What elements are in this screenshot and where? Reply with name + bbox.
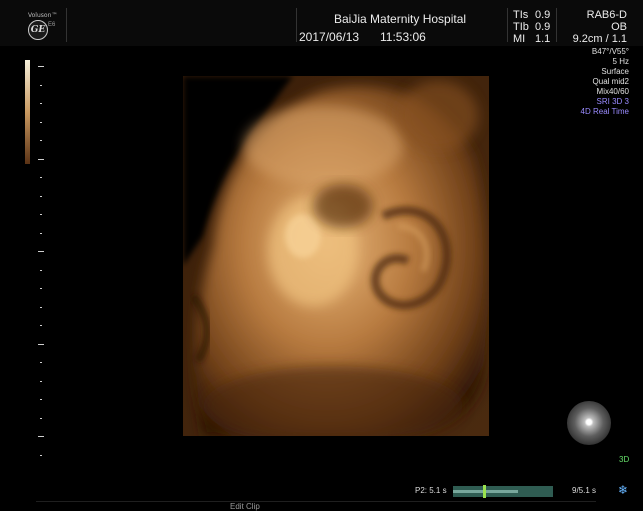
scan-mode: 4D Real Time xyxy=(580,107,629,116)
render-mode: Surface xyxy=(601,67,629,76)
tib-value: 0.9 xyxy=(535,21,551,33)
depth-tick xyxy=(40,103,42,104)
depth-tick xyxy=(40,269,42,271)
header-bar: Voluson™ GE E6 BaiJia Maternity Hospital… xyxy=(0,0,643,46)
depth-tick xyxy=(40,195,42,197)
depth-tick xyxy=(40,399,42,400)
depth-tick xyxy=(38,158,44,160)
depth-tick xyxy=(38,66,44,67)
depth-tick xyxy=(40,325,42,326)
depth-tick xyxy=(40,214,42,215)
edit-clip-softkey[interactable]: Edit Clip xyxy=(230,502,260,511)
depth-tick xyxy=(40,454,42,456)
tis-value: 0.9 xyxy=(535,9,551,21)
freeze-snowflake-icon[interactable]: ❄ xyxy=(618,483,628,497)
softkey-divider xyxy=(36,501,596,502)
cine-p2-label: P2: 5.1 s xyxy=(415,486,447,495)
quality-setting: Qual mid2 xyxy=(592,77,629,86)
depth-frequency: 9.2cm / 1.1 xyxy=(572,33,627,45)
depth-tick xyxy=(40,288,42,289)
acquisition-params: B47°/V55° 5 Hz Surface Qual mid2 Mix40/6… xyxy=(581,47,629,117)
header-divider xyxy=(556,8,557,42)
model-label: E6 xyxy=(48,22,56,28)
exam-preset: OB xyxy=(611,21,627,33)
header-divider xyxy=(296,8,297,42)
depth-tick xyxy=(40,121,42,123)
depth-tick xyxy=(40,362,42,363)
mix-setting: Mix40/60 xyxy=(596,87,629,96)
depth-tick xyxy=(40,177,42,178)
depth-tick xyxy=(40,417,42,419)
depth-tick xyxy=(40,140,42,141)
tib-label: TIb xyxy=(513,21,529,33)
cine-position-marker[interactable] xyxy=(483,485,486,498)
depth-tick xyxy=(40,380,42,382)
exam-date: 2017/06/13 xyxy=(299,30,360,44)
ge-logo-icon: GE xyxy=(28,20,48,40)
tis-label: TIs xyxy=(513,9,529,21)
exam-time: 11:53:06 xyxy=(380,30,426,44)
cine-frames-label: 9/5.1 s xyxy=(572,486,597,495)
mi-value: 1.1 xyxy=(535,33,551,45)
depth-tick xyxy=(38,436,44,437)
sweep-angle: B47°/V55° xyxy=(591,47,629,56)
volume-rate: 5 Hz xyxy=(612,57,629,66)
depth-tick xyxy=(40,84,42,86)
orientation-sphere-icon[interactable] xyxy=(567,401,611,445)
probe-name: RAB6-D xyxy=(586,9,627,21)
depth-tick xyxy=(40,306,42,308)
voluson-logo: Voluson™ GE E6 xyxy=(24,10,64,44)
fetal-face-render xyxy=(183,76,489,436)
cine-loop-bar[interactable] xyxy=(453,485,553,498)
gray-scale-bar xyxy=(25,60,30,164)
mi-label: MI xyxy=(513,33,526,45)
logo-text: Voluson™ xyxy=(28,12,58,19)
rendered-volume-image xyxy=(183,76,489,436)
hospital-name: BaiJia Maternity Hospital xyxy=(334,12,467,26)
depth-tick xyxy=(38,343,44,345)
sri-setting: SRI 3D 3 xyxy=(596,97,629,106)
depth-tick xyxy=(40,232,42,234)
header-divider xyxy=(66,8,67,42)
depth-tick xyxy=(38,251,44,252)
render-orientation-tag: 3D xyxy=(619,455,630,464)
header-divider xyxy=(507,8,508,42)
